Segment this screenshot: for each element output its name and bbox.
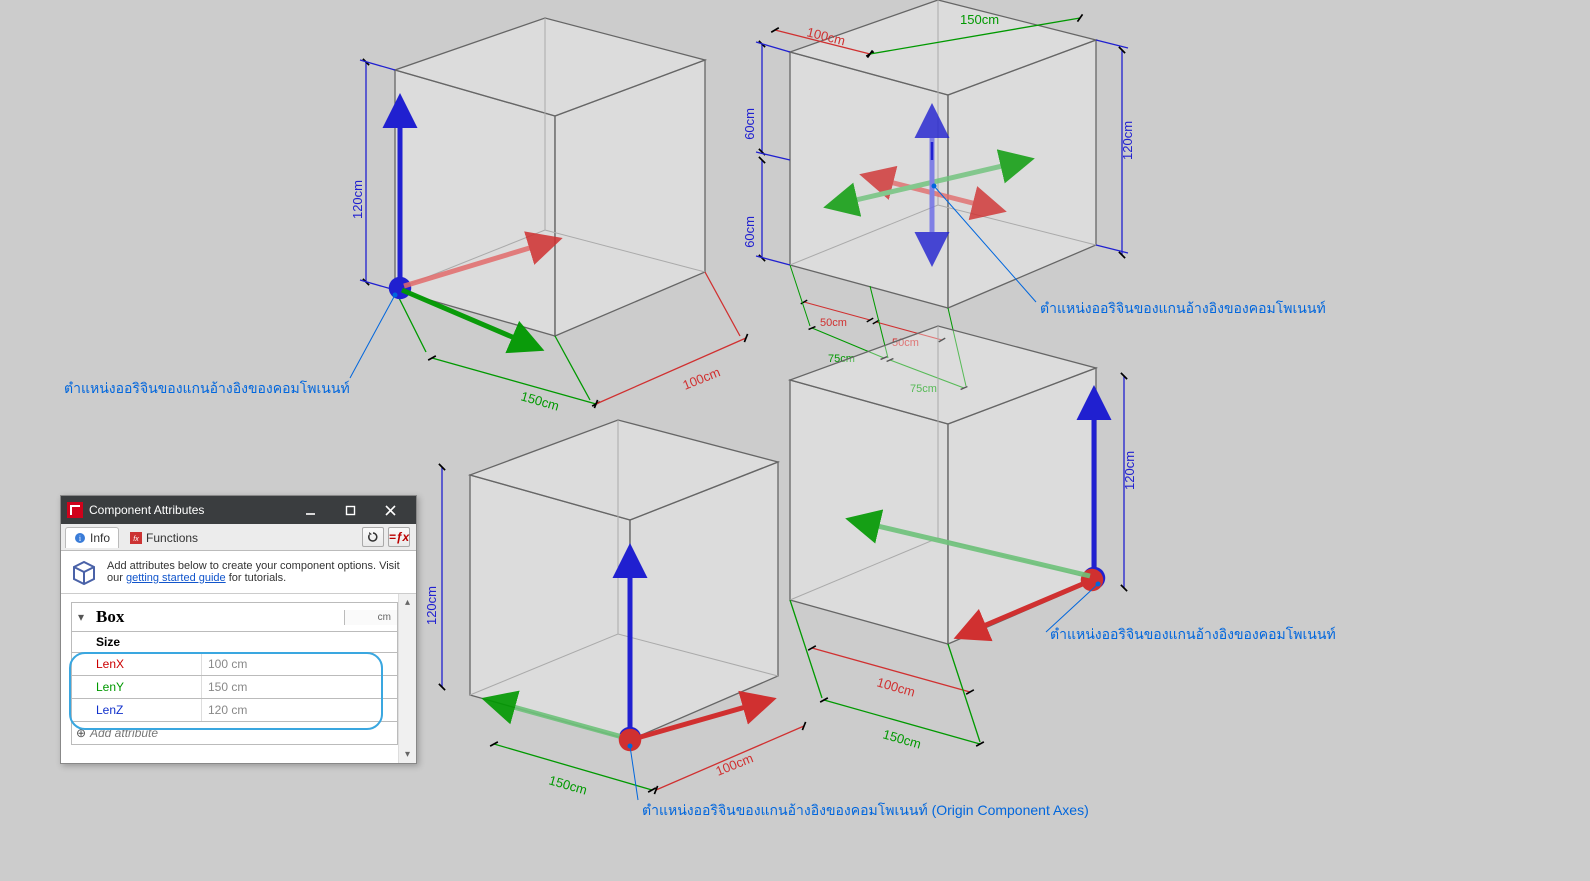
box-bottom-left: 120cm 150cm 100cm xyxy=(424,420,804,800)
tab-bar: i Info fx Functions =ƒx xyxy=(61,524,416,551)
window-titlebar[interactable]: Component Attributes xyxy=(61,496,416,524)
sketchup-icon xyxy=(67,502,83,518)
getting-started-link[interactable]: getting started guide xyxy=(126,572,226,584)
annotation-top-left: ตำแหน่งออริจินของแกนอ้างอิงของคอมโพเนนท์ xyxy=(64,378,350,400)
help-text-suffix: for tutorials. xyxy=(229,572,286,584)
annotation-top-right: ตำแหน่งออริจินของแกนอ้างอิงของคอมโพเนนท์ xyxy=(1040,298,1326,320)
attribute-row[interactable]: LenX100 cm xyxy=(71,653,398,676)
annotation-bottom-left: ตำแหน่งออริจินของแกนอ้างอิงของคอมโพเนนท์… xyxy=(642,800,1089,822)
close-button[interactable] xyxy=(370,496,410,524)
attribute-value[interactable]: 150 cm xyxy=(201,676,397,698)
scroll-down-icon[interactable]: ▾ xyxy=(399,746,416,763)
component-header[interactable]: ▾ Box cm xyxy=(71,602,398,631)
box-top-left: 120cm 150cm 100cm xyxy=(350,18,746,414)
svg-text:60cm: 60cm xyxy=(742,108,757,140)
svg-text:120cm: 120cm xyxy=(350,180,365,219)
fx-icon: fx xyxy=(130,532,142,544)
attribute-value[interactable]: 120 cm xyxy=(201,699,397,721)
svg-text:50cm: 50cm xyxy=(820,317,847,329)
annotation-bottom-right: ตำแหน่งออริจินของแกนอ้างอิงของคอมโพเนนท์ xyxy=(1050,624,1336,646)
svg-text:60cm: 60cm xyxy=(742,216,757,248)
toggle-formula-button[interactable]: =ƒx xyxy=(388,527,410,547)
minimize-button[interactable] xyxy=(290,496,330,524)
size-section-header: Size xyxy=(71,631,398,653)
info-icon: i xyxy=(74,532,86,544)
help-banner: Add attributes below to create your comp… xyxy=(61,551,416,594)
unit-toggle[interactable]: cm xyxy=(344,610,397,625)
tab-info[interactable]: i Info xyxy=(65,527,119,548)
refresh-button[interactable] xyxy=(362,527,384,547)
scroll-up-icon[interactable]: ▴ xyxy=(399,594,416,611)
scrollbar[interactable]: ▴ ▾ xyxy=(398,594,416,763)
collapse-icon[interactable]: ▾ xyxy=(72,610,90,624)
component-attributes-window: Component Attributes i Info fx Functions xyxy=(60,495,417,764)
tab-functions-label: Functions xyxy=(146,531,198,545)
svg-text:150cm: 150cm xyxy=(547,772,589,797)
add-icon: ⊕ xyxy=(72,726,90,740)
box-bottom-right: 120cm 100cm 150cm xyxy=(790,326,1137,752)
attribute-value[interactable]: 100 cm xyxy=(201,653,397,675)
add-attribute-row[interactable]: ⊕ Add attribute xyxy=(71,722,398,745)
component-name: Box xyxy=(90,603,344,631)
svg-text:150cm: 150cm xyxy=(960,12,999,27)
svg-text:100cm: 100cm xyxy=(875,674,917,699)
attribute-key: LenZ xyxy=(72,703,201,717)
svg-text:150cm: 150cm xyxy=(881,726,923,751)
cube-icon xyxy=(69,557,99,587)
attribute-row[interactable]: LenY150 cm xyxy=(71,676,398,699)
attribute-key: LenY xyxy=(72,680,201,694)
svg-text:120cm: 120cm xyxy=(1120,121,1135,160)
tab-functions[interactable]: fx Functions xyxy=(121,527,207,548)
svg-text:100cm: 100cm xyxy=(714,750,756,779)
svg-text:100cm: 100cm xyxy=(681,364,723,393)
svg-text:fx: fx xyxy=(133,536,139,543)
tab-info-label: Info xyxy=(90,531,110,545)
attribute-key: LenX xyxy=(72,657,201,671)
attribute-row[interactable]: LenZ120 cm xyxy=(71,699,398,722)
maximize-button[interactable] xyxy=(330,496,370,524)
window-title: Component Attributes xyxy=(89,503,290,517)
svg-text:120cm: 120cm xyxy=(1122,451,1137,490)
svg-text:120cm: 120cm xyxy=(424,586,439,625)
add-attribute-label: Add attribute xyxy=(90,726,158,740)
